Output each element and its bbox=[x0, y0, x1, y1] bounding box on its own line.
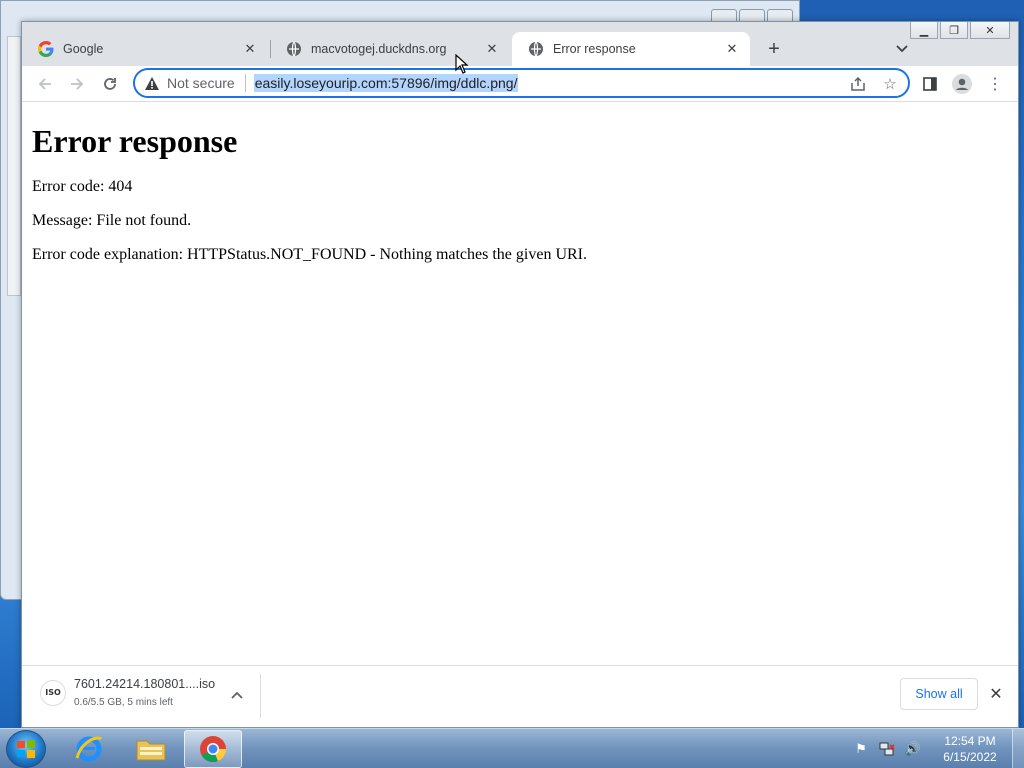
error-explanation-text: Error code explanation: HTTPStatus.NOT_F… bbox=[32, 246, 588, 263]
minimize-button[interactable]: ▁ bbox=[910, 22, 938, 39]
tab-strip: Google ✕ macvotogej.duckdns.org ✕ Error … bbox=[22, 22, 1018, 66]
action-center-flag-icon[interactable]: ⚑ bbox=[852, 740, 870, 758]
show-desktop-button[interactable] bbox=[1012, 729, 1024, 768]
back-button[interactable] bbox=[32, 71, 58, 97]
tab-macvotogej[interactable]: macvotogej.duckdns.org ✕ bbox=[270, 32, 510, 66]
side-panel-icon[interactable] bbox=[917, 71, 943, 97]
background-window-panel bbox=[7, 36, 21, 296]
tab-close-icon[interactable]: ✕ bbox=[484, 41, 500, 57]
omnibox-divider bbox=[244, 74, 246, 92]
toolbar: Not secure easily.loseyourip.com:57896/i… bbox=[22, 66, 1018, 102]
new-tab-button[interactable]: + bbox=[762, 37, 786, 61]
internet-explorer-icon bbox=[75, 736, 103, 762]
not-secure-label[interactable]: Not secure bbox=[167, 75, 235, 91]
download-file-name: 7601.24214.180801....iso bbox=[74, 677, 216, 691]
system-tray: ⚑ 🔊 12:54 PM 6/15/2022 bbox=[852, 729, 1024, 768]
bookmark-star-icon[interactable]: ☆ bbox=[880, 74, 900, 94]
chrome-icon bbox=[200, 736, 226, 763]
close-window-button[interactable]: ✕ bbox=[970, 22, 1010, 39]
url-text[interactable]: easily.loseyourip.com:57896/img/ddlc.png… bbox=[253, 74, 519, 92]
profile-avatar-icon[interactable] bbox=[949, 71, 975, 97]
mouse-cursor-icon bbox=[455, 54, 469, 74]
error-code-text: Error code: 404 bbox=[32, 178, 133, 195]
windows-logo-icon bbox=[17, 740, 35, 758]
page-content: Error response Error code: 404 Message: … bbox=[22, 103, 1018, 667]
show-all-button[interactable]: Show all bbox=[900, 678, 978, 710]
globe-icon bbox=[528, 41, 544, 57]
clock[interactable]: 12:54 PM 6/15/2022 bbox=[930, 733, 1010, 765]
address-bar[interactable]: Not secure easily.loseyourip.com:57896/i… bbox=[133, 68, 910, 98]
download-divider bbox=[260, 674, 261, 718]
error-message-text: Message: File not found. bbox=[32, 212, 192, 229]
window-controls: ▁ ❐ ✕ bbox=[910, 22, 1010, 39]
browser-window: Google ✕ macvotogej.duckdns.org ✕ Error … bbox=[21, 21, 1019, 728]
restore-button[interactable]: ❐ bbox=[940, 22, 968, 39]
globe-icon bbox=[286, 41, 302, 57]
clock-time: 12:54 PM bbox=[944, 734, 996, 748]
folder-icon bbox=[136, 740, 166, 761]
download-status: 0.6/5.5 GB, 5 mins left bbox=[74, 697, 173, 708]
clock-date: 6/15/2022 bbox=[943, 750, 997, 764]
download-item[interactable]: ISO 7601.24214.180801....iso 0.6/5.5 GB,… bbox=[40, 677, 215, 708]
tab-google[interactable]: Google ✕ bbox=[22, 32, 268, 66]
tab-search-chevron-icon[interactable] bbox=[890, 37, 914, 61]
tab-title: Error response bbox=[553, 42, 636, 56]
download-options-chevron-icon[interactable] bbox=[228, 686, 246, 704]
taskbar-file-explorer[interactable] bbox=[122, 730, 180, 768]
tab-title: Google bbox=[63, 42, 104, 56]
warning-icon[interactable] bbox=[144, 75, 160, 91]
omnibox-actions: ☆ bbox=[848, 74, 900, 94]
download-shelf: ISO 7601.24214.180801....iso 0.6/5.5 GB,… bbox=[22, 665, 1018, 727]
google-icon bbox=[38, 41, 54, 57]
network-icon[interactable] bbox=[878, 740, 896, 758]
close-download-bar-icon[interactable]: ✕ bbox=[986, 684, 1006, 704]
tab-close-icon[interactable]: ✕ bbox=[242, 41, 258, 57]
page-title: Error response bbox=[32, 123, 238, 159]
forward-arrow-icon bbox=[71, 78, 84, 90]
reload-icon bbox=[104, 78, 116, 90]
volume-icon[interactable]: 🔊 bbox=[904, 740, 922, 758]
taskbar-internet-explorer[interactable] bbox=[60, 730, 118, 768]
tab-close-icon[interactable]: ✕ bbox=[724, 41, 740, 57]
back-arrow-icon bbox=[38, 78, 51, 90]
tab-error-response[interactable]: Error response ✕ bbox=[512, 32, 750, 66]
iso-file-icon: ISO bbox=[40, 679, 66, 706]
menu-kebab-icon[interactable]: ⋮ bbox=[982, 71, 1008, 97]
taskbar-chrome[interactable] bbox=[184, 730, 242, 768]
forward-button[interactable] bbox=[64, 71, 90, 97]
reload-button[interactable] bbox=[97, 71, 123, 97]
start-button[interactable] bbox=[6, 730, 46, 768]
taskbar: ⚑ 🔊 12:54 PM 6/15/2022 bbox=[0, 728, 1024, 768]
share-icon[interactable] bbox=[848, 74, 868, 94]
